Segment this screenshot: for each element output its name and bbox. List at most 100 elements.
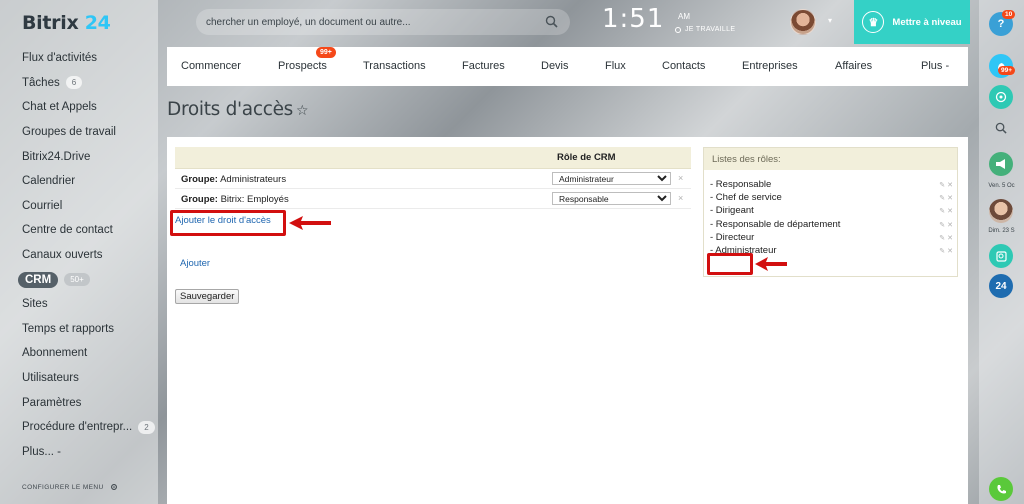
- sidebar-item[interactable]: Canaux ouverts: [0, 243, 158, 268]
- close-icon[interactable]: ×: [678, 173, 683, 183]
- list-item: - Chef de service ✎ ✕: [704, 191, 957, 204]
- highlight-box: [707, 253, 753, 275]
- tab[interactable]: Transactions: [363, 60, 426, 72]
- sidebar-item-label: Groupes de travail: [22, 126, 116, 139]
- role-name[interactable]: - Responsable de département: [710, 219, 840, 230]
- edit-icon[interactable]: ✎: [939, 248, 945, 255]
- sidebar-item[interactable]: Chat et Appels: [0, 95, 158, 120]
- close-icon[interactable]: ✕: [947, 222, 953, 229]
- edit-icon[interactable]: ✎: [939, 222, 945, 229]
- role-column-header: Rôle de CRM: [557, 152, 616, 163]
- search-input[interactable]: [206, 16, 536, 28]
- highlight-box: [170, 210, 286, 236]
- date-label: Dim. 23 S: [988, 228, 1015, 234]
- upgrade-button[interactable]: ♛ Mettre à niveau: [854, 0, 970, 44]
- sidebar-item-label: Centre de contact: [22, 224, 113, 237]
- sidebar-item[interactable]: Flux d'activités: [0, 46, 158, 71]
- role-select[interactable]: Responsable: [552, 192, 671, 205]
- sidebar-item[interactable]: Plus... -: [0, 440, 158, 465]
- role-name[interactable]: - Chef de service: [710, 192, 782, 203]
- configure-menu-button[interactable]: CONFIGURER LE MENU: [22, 483, 118, 491]
- gear-icon: [110, 484, 117, 490]
- chevron-down-icon[interactable]: ▾: [828, 16, 832, 25]
- page-title: Droits d'accès ☆: [167, 99, 309, 120]
- tab[interactable]: Entreprises: [742, 60, 798, 72]
- sidebar-item[interactable]: Tâches 6: [0, 71, 158, 96]
- bitrix24-logo[interactable]: Bitrix 24: [22, 12, 111, 34]
- close-icon[interactable]: ✕: [947, 195, 953, 202]
- favorite-star-icon[interactable]: ☆: [296, 103, 309, 119]
- close-icon[interactable]: ✕: [947, 235, 953, 242]
- sidebar-item[interactable]: Abonnement: [0, 341, 158, 366]
- chat-icon: [995, 91, 1007, 103]
- sidebar-item[interactable]: Utilisateurs: [0, 366, 158, 391]
- permissions-table: Rôle de CRM Groupe: Administrateurs Admi…: [175, 147, 691, 209]
- sidebar-item-label: Canaux ouverts: [22, 249, 103, 262]
- search-bar[interactable]: [196, 9, 570, 35]
- crown-icon: ♛: [862, 11, 885, 33]
- tab-label: Flux: [605, 60, 626, 72]
- call-button[interactable]: [989, 477, 1013, 501]
- chat-button[interactable]: [989, 85, 1013, 109]
- sidebar-item[interactable]: CRM 50+: [0, 267, 158, 292]
- sidebar-item[interactable]: Centre de contact: [0, 218, 158, 243]
- table-row: Groupe: Bitrix: Employés Responsable ×: [175, 189, 691, 209]
- list-item: - Responsable ✎ ✕: [704, 178, 957, 191]
- clock-ampm: AM: [678, 12, 690, 21]
- sidebar-item[interactable]: Bitrix24.Drive: [0, 144, 158, 169]
- search-button[interactable]: [989, 116, 1013, 140]
- tab[interactable]: Flux: [605, 60, 626, 72]
- sidebar-item-label: Paramètres: [22, 396, 82, 409]
- tab-label: Entreprises: [742, 60, 798, 72]
- tab[interactable]: Commencer: [181, 60, 241, 72]
- search-doc-icon: [995, 250, 1007, 262]
- sidebar-item[interactable]: Groupes de travail: [0, 120, 158, 145]
- tab[interactable]: Plus -: [921, 60, 949, 72]
- close-icon[interactable]: ✕: [947, 208, 953, 215]
- role-select[interactable]: Administrateur: [552, 172, 671, 185]
- open-lines-button[interactable]: [989, 244, 1013, 268]
- sidebar-item[interactable]: Courriel: [0, 194, 158, 219]
- tab[interactable]: Contacts: [662, 60, 705, 72]
- tab-label: Prospects: [278, 60, 327, 72]
- work-status[interactable]: JE TRAVAILLE: [675, 26, 735, 33]
- tab[interactable]: Affaires: [835, 60, 872, 72]
- clock[interactable]: 1:51: [602, 4, 664, 34]
- tab[interactable]: Devis: [541, 60, 569, 72]
- role-name[interactable]: - Responsable: [710, 179, 771, 190]
- user-avatar[interactable]: [790, 9, 816, 35]
- arrow-icon: [289, 216, 331, 230]
- edit-icon[interactable]: ✎: [939, 182, 945, 189]
- sidebar-item[interactable]: Procédure d'entrepr... 2: [0, 415, 158, 440]
- close-icon[interactable]: ✕: [947, 248, 953, 255]
- announcement-button[interactable]: [989, 152, 1013, 176]
- record-icon: [675, 26, 681, 33]
- add-role-link[interactable]: Ajouter: [180, 258, 210, 269]
- edit-icon[interactable]: ✎: [939, 235, 945, 242]
- tab-label: Factures: [462, 60, 505, 72]
- close-icon[interactable]: ×: [678, 193, 683, 203]
- right-rail: ? 10 99+ Ven. 5 Oc Dim. 23 S 24: [979, 0, 1024, 504]
- role-name[interactable]: - Dirigeant: [710, 205, 754, 216]
- close-icon[interactable]: ✕: [947, 182, 953, 189]
- save-button[interactable]: Sauvegarder: [175, 289, 240, 304]
- tab[interactable]: Factures: [462, 60, 505, 72]
- sidebar-item[interactable]: Sites: [0, 292, 158, 317]
- roles-list: - Responsable ✎ ✕ - Chef de service ✎ ✕ - Di…: [704, 170, 957, 257]
- count-badge: 50+: [64, 273, 90, 287]
- tab[interactable]: Prospects 99+: [278, 47, 336, 72]
- sidebar-item[interactable]: Paramètres: [0, 390, 158, 415]
- role-name[interactable]: - Directeur: [710, 232, 754, 243]
- sidebar-item-label: Flux d'activités: [22, 52, 98, 65]
- b24-network-button[interactable]: 24: [989, 274, 1013, 298]
- tab-label: Plus -: [921, 60, 950, 72]
- tab-label: Commencer: [181, 60, 241, 72]
- contact-avatar[interactable]: [989, 199, 1013, 223]
- search-icon[interactable]: [545, 15, 558, 28]
- tab-label: Affaires: [835, 60, 873, 72]
- edit-icon[interactable]: ✎: [939, 208, 945, 215]
- phone-icon: [996, 484, 1006, 493]
- sidebar-item[interactable]: Calendrier: [0, 169, 158, 194]
- edit-icon[interactable]: ✎: [939, 195, 945, 202]
- sidebar-item[interactable]: Temps et rapports: [0, 317, 158, 342]
